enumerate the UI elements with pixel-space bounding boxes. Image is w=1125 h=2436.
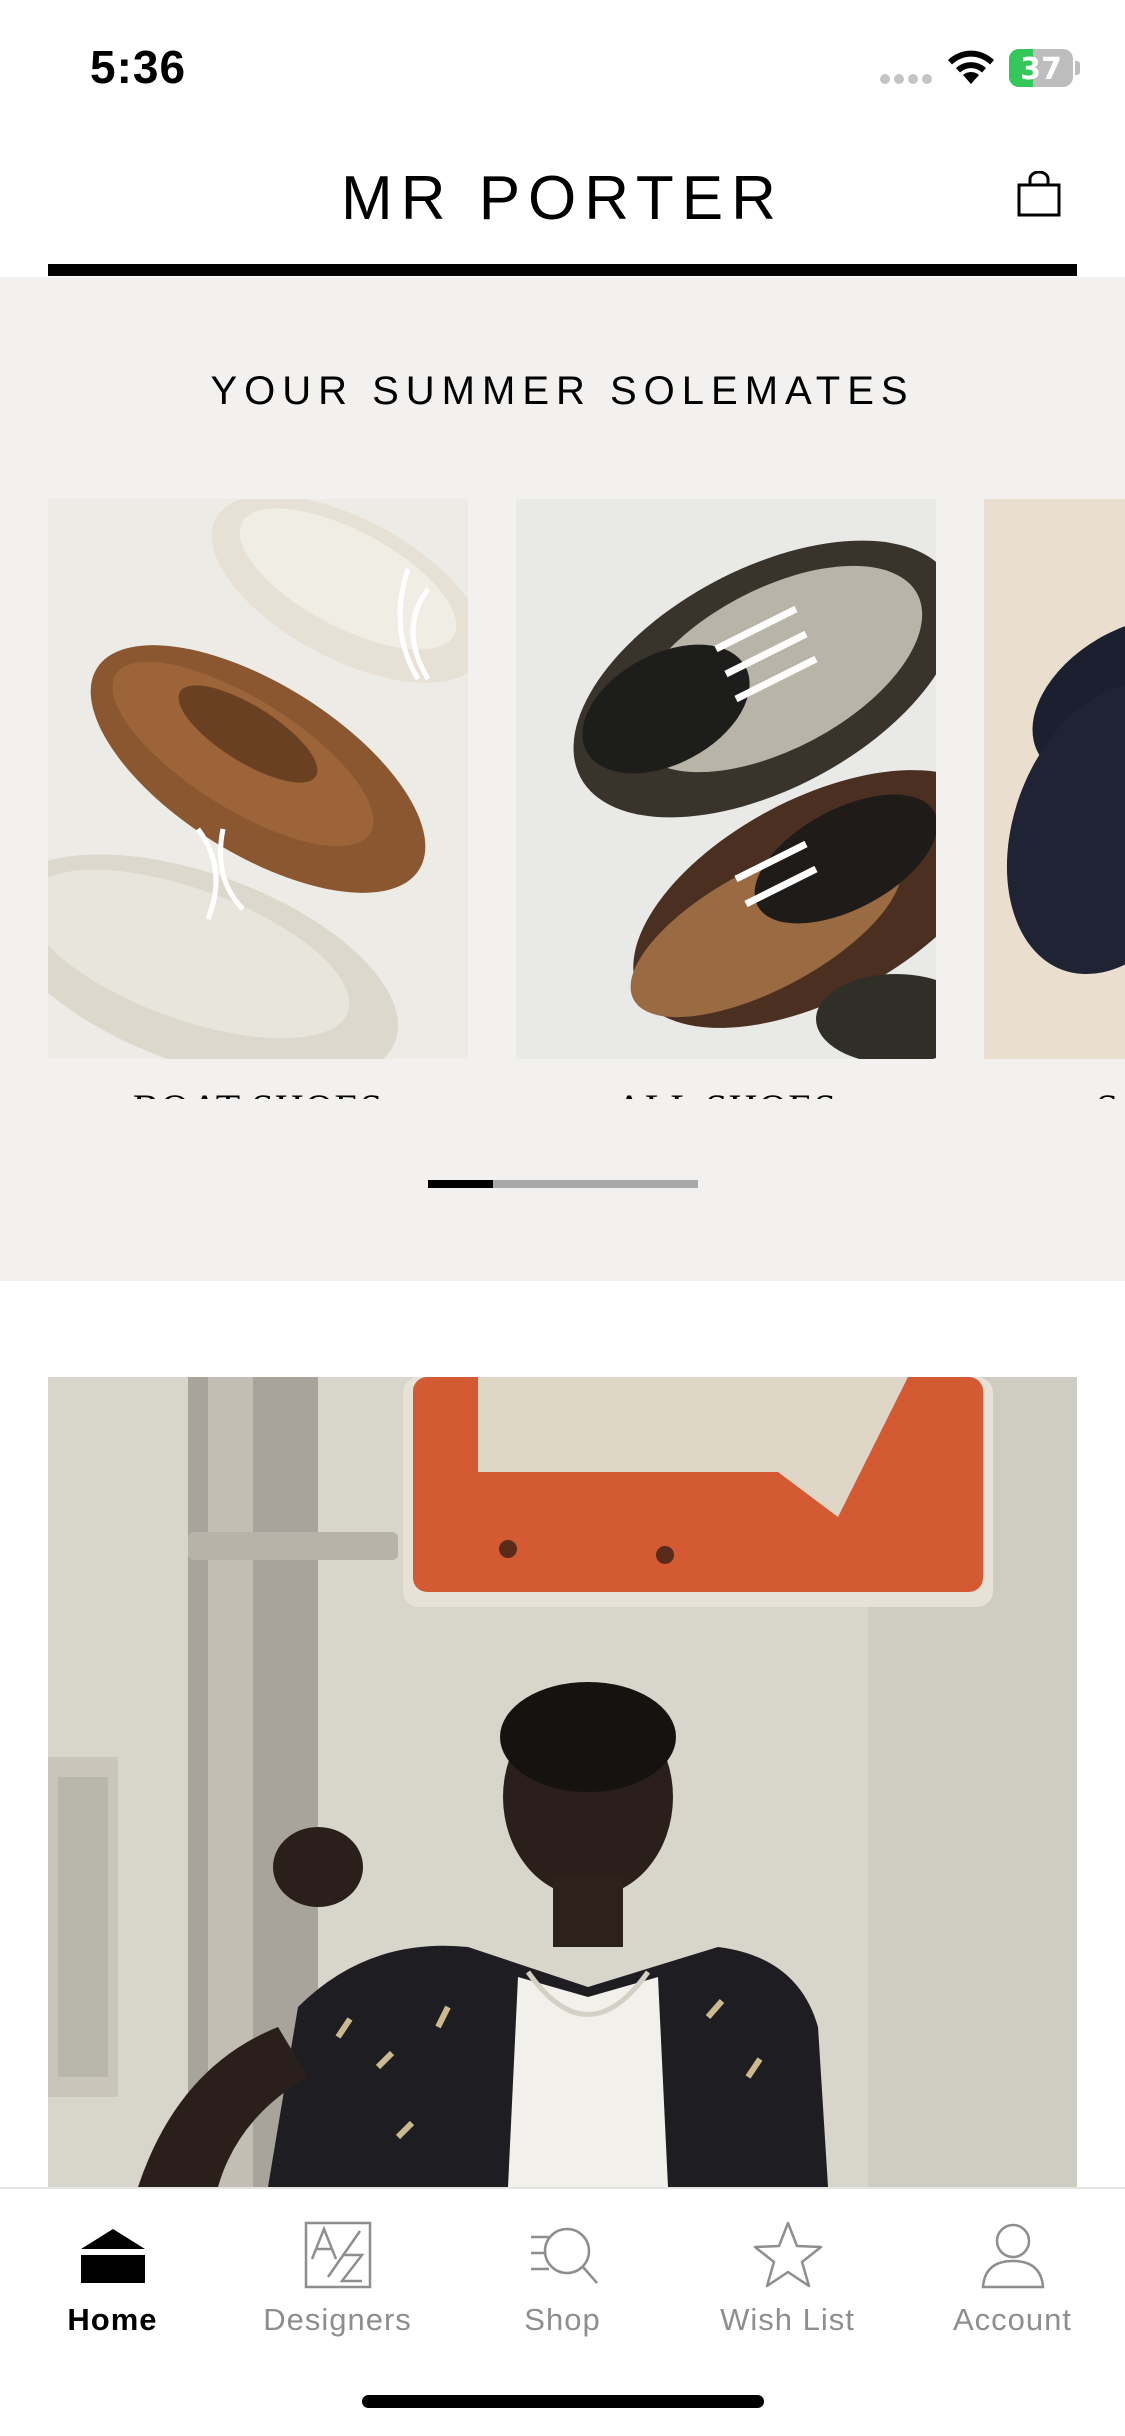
brand-logo[interactable]: MR PORTER (0, 163, 1125, 234)
tab-label: Home (67, 2302, 158, 2337)
tab-label: Wish List (720, 2302, 855, 2337)
section-title: YOUR SUMMER SOLEMATES (210, 369, 915, 413)
tab-label: Shop (524, 2302, 601, 2337)
tab-shop[interactable]: Shop (450, 2209, 675, 2349)
shopping-bag-icon[interactable] (1017, 171, 1061, 217)
battery-icon: 37 (1009, 49, 1080, 87)
home-indicator[interactable] (362, 2395, 764, 2408)
home-icon (81, 2229, 145, 2283)
a-z-icon (304, 2221, 372, 2289)
carousel-scroll-indicator (428, 1180, 698, 1188)
tab-wish-list[interactable]: Wish List (675, 2209, 900, 2349)
person-icon (981, 2223, 1045, 2289)
cellular-signal-icon (880, 74, 934, 84)
wifi-icon (948, 50, 994, 84)
man-beside-street-sign-photo[interactable] (48, 1377, 1077, 2187)
app-header: MR PORTER (0, 135, 1125, 277)
tab-designers[interactable]: Designers (225, 2209, 450, 2349)
category-card-boat-shoes[interactable]: BOAT SHOES (48, 499, 468, 1099)
hero-editorial-banner[interactable] (48, 1377, 1077, 2187)
star-icon (753, 2221, 823, 2288)
category-card-sandals[interactable]: SA (984, 499, 1125, 1099)
carousel-scroll-thumb (428, 1180, 493, 1188)
battery-percent: 37 (1020, 52, 1062, 87)
tab-account[interactable]: Account (900, 2209, 1125, 2349)
category-card-label[interactable]: BOAT SHOES (48, 1085, 468, 1099)
boat-shoes-photo[interactable] (48, 499, 468, 1059)
status-time: 5:36 (90, 41, 187, 93)
sandals-photo[interactable] (984, 499, 1125, 1059)
sneakers-photo[interactable] (516, 499, 936, 1059)
search-list-icon (531, 2227, 598, 2284)
category-card-label[interactable]: SA (984, 1085, 1125, 1099)
category-carousel[interactable]: BOAT SHOES ALL SHOES (0, 499, 1125, 1099)
category-card-all-shoes[interactable]: ALL SHOES (516, 499, 936, 1099)
status-bar: 5:36 37 (0, 0, 1125, 135)
tab-label: Designers (263, 2302, 412, 2337)
tab-label: Account (952, 2302, 1072, 2337)
header-divider (48, 264, 1077, 276)
category-card-label[interactable]: ALL SHOES (516, 1085, 936, 1099)
summer-solemates-section: YOUR SUMMER SOLEMATES BOAT SHOES (0, 277, 1125, 1281)
tab-home[interactable]: Home (0, 2209, 225, 2349)
